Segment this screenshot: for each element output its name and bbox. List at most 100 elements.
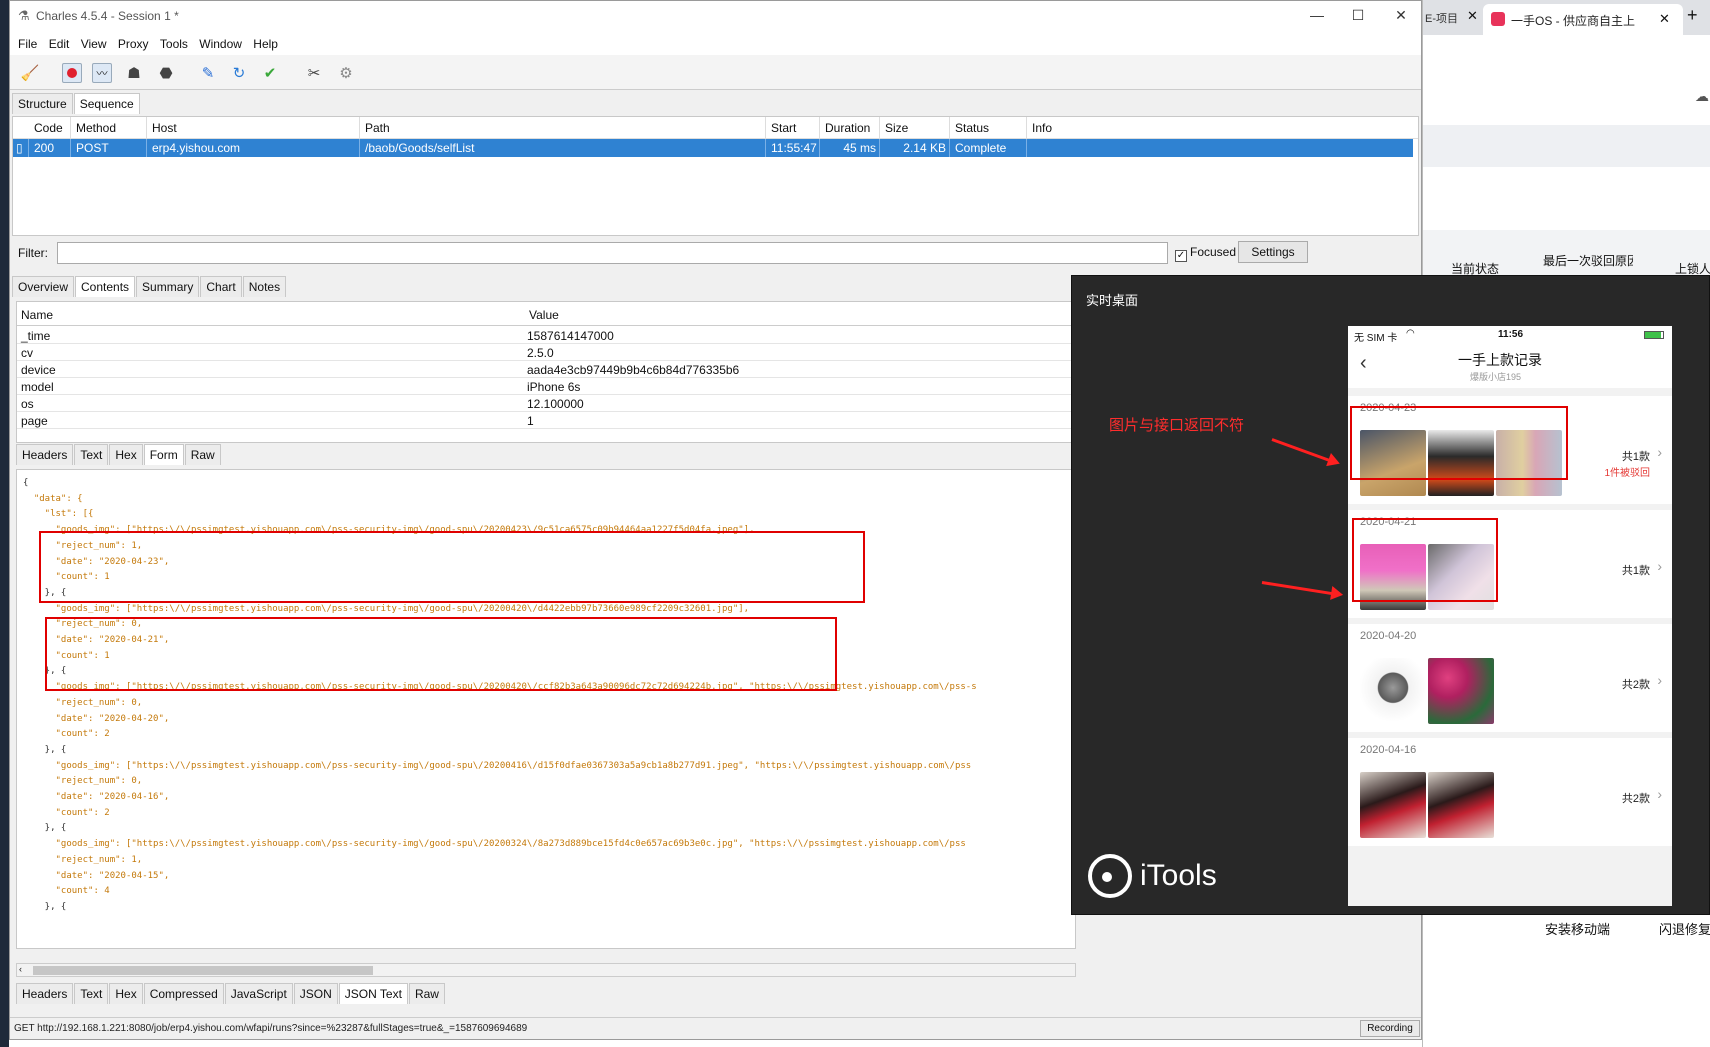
- card-count: 共1款: [1621, 451, 1650, 463]
- col-size[interactable]: Size: [880, 117, 950, 139]
- json-line: "date": "2020-04-16",: [23, 792, 170, 802]
- menu-tools[interactable]: Tools: [160, 37, 188, 51]
- phone-status-bar: 无 SIM 卡 ◠ 11:56: [1348, 326, 1672, 344]
- cloud-icon[interactable]: ☁: [1695, 88, 1709, 105]
- table-row[interactable]: device aada4e3cb97449b9b4c6b84d776335b6: [17, 361, 1075, 378]
- wifi-icon: ◠: [1406, 328, 1415, 339]
- menu-edit[interactable]: Edit: [49, 37, 70, 51]
- maximize-icon[interactable]: ☐: [1343, 7, 1373, 24]
- col-duration[interactable]: Duration: [820, 117, 880, 139]
- table-row[interactable]: ▯ 200 POST erp4.yishou.com /baob/Goods/s…: [13, 139, 1413, 157]
- card-count: 共1款: [1621, 565, 1650, 577]
- tab-headers[interactable]: Headers: [16, 444, 74, 465]
- product-thumbnail: [1428, 658, 1494, 724]
- menu-help[interactable]: Help: [253, 37, 278, 51]
- browser-tab-active[interactable]: 一手OS - 供应商自主上 ✕: [1483, 4, 1683, 35]
- link-crash-fix[interactable]: 闪退修复: [1659, 919, 1710, 938]
- table-row[interactable]: os 12.100000: [17, 395, 1075, 412]
- form-header: Name Value: [17, 302, 1075, 326]
- col-method[interactable]: Method: [71, 117, 147, 139]
- minimize-icon[interactable]: —: [1302, 7, 1332, 23]
- link-install-mobile[interactable]: 安装移动端: [1545, 919, 1610, 938]
- browser-band: [1423, 125, 1710, 167]
- view-tabs: Structure Sequence: [12, 93, 141, 114]
- scroll-left-icon[interactable]: ‹: [19, 964, 22, 974]
- browser-tab-1[interactable]: E-项目: [1425, 10, 1458, 26]
- close-icon[interactable]: ✕: [1386, 7, 1416, 24]
- tab-text[interactable]: Text: [74, 983, 109, 1004]
- list-item[interactable]: 2020-04-16 共2款 ›: [1348, 738, 1672, 846]
- table-row[interactable]: page 1: [17, 412, 1075, 429]
- table-row[interactable]: model iPhone 6s: [17, 378, 1075, 395]
- col-host[interactable]: Host: [147, 117, 360, 139]
- tab-hex[interactable]: Hex: [109, 983, 143, 1004]
- cell-info: [1027, 139, 1413, 157]
- tab-hex[interactable]: Hex: [109, 444, 143, 465]
- close-icon[interactable]: ✕: [1659, 11, 1670, 27]
- col-info[interactable]: Info: [1027, 117, 1297, 139]
- gear-icon[interactable]: ⚙: [336, 63, 356, 83]
- close-icon[interactable]: ✕: [1467, 8, 1478, 24]
- row-value: 1: [527, 414, 534, 428]
- request-grid: Code Method Host Path Start Duration Siz…: [12, 116, 1419, 236]
- battery-icon: [1644, 331, 1664, 339]
- card-reject: 1件被驳回: [1604, 468, 1650, 479]
- filter-input[interactable]: [57, 242, 1168, 264]
- menu-file[interactable]: File: [18, 37, 37, 51]
- tab-notes[interactable]: Notes: [242, 276, 287, 297]
- tab-text[interactable]: Text: [74, 444, 109, 465]
- recording-button[interactable]: Recording: [1360, 1020, 1420, 1037]
- menu-view[interactable]: View: [81, 37, 107, 51]
- settings-button[interactable]: Settings: [1238, 241, 1308, 263]
- col-start[interactable]: Start: [766, 117, 820, 139]
- pen-icon[interactable]: ✎: [198, 63, 218, 83]
- cell-start: 11:55:47: [766, 139, 820, 157]
- tab-raw[interactable]: Raw: [408, 983, 445, 1004]
- table-row[interactable]: _time 1587614147000: [17, 327, 1075, 344]
- tab-javascript[interactable]: JavaScript: [224, 983, 293, 1004]
- tab-favicon-icon: [1491, 12, 1505, 26]
- col-status[interactable]: Status: [950, 117, 1027, 139]
- tab-overview[interactable]: Overview: [12, 276, 75, 297]
- desktop-strip: [0, 0, 9, 1047]
- focused-checkbox[interactable]: ✓ Focused: [1175, 245, 1236, 262]
- checkbox-checked-icon: ✓: [1175, 250, 1187, 262]
- tab-chart[interactable]: Chart: [200, 276, 242, 297]
- chevron-right-icon: ›: [1657, 672, 1662, 688]
- tab-headers[interactable]: Headers: [16, 983, 74, 1004]
- title-bar: ⚗ Charles 4.5.4 - Session 1 * — ☐ ✕: [10, 1, 1421, 33]
- tab-summary[interactable]: Summary: [136, 276, 200, 297]
- tab-json-text[interactable]: JSON Text: [338, 983, 408, 1004]
- list-item[interactable]: 2020-04-20 共2款 ›: [1348, 624, 1672, 732]
- tab-form[interactable]: Form: [143, 444, 184, 465]
- col-path[interactable]: Path: [360, 117, 766, 139]
- stop-icon[interactable]: ⬣: [156, 63, 176, 83]
- cell-code: 200: [29, 139, 71, 157]
- menu-window[interactable]: Window: [199, 37, 242, 51]
- refresh-icon[interactable]: ↻: [229, 63, 249, 83]
- scroll-thumb[interactable]: [33, 966, 373, 975]
- check-icon[interactable]: ✔: [260, 63, 280, 83]
- tab-raw[interactable]: Raw: [184, 444, 221, 465]
- back-icon[interactable]: ‹: [1360, 352, 1367, 375]
- filter-row: Filter: ✓ Focused Settings: [12, 239, 1419, 267]
- tab-json[interactable]: JSON: [293, 983, 338, 1004]
- turtle-icon[interactable]: ☗: [124, 63, 144, 83]
- cell-size: 2.14 KB: [880, 139, 950, 157]
- phone-page-title: 一手上款记录: [1458, 352, 1542, 368]
- menu-proxy[interactable]: Proxy: [118, 37, 149, 51]
- tab-compressed[interactable]: Compressed: [143, 983, 224, 1004]
- table-row[interactable]: cv 2.5.0: [17, 344, 1075, 361]
- horizontal-scrollbar[interactable]: ‹: [16, 963, 1076, 977]
- tab-structure[interactable]: Structure: [12, 93, 73, 114]
- tab-contents[interactable]: Contents: [75, 276, 136, 297]
- json-line: "date": "2020-04-15",: [23, 870, 170, 881]
- itools-brand: iTools: [1140, 859, 1217, 892]
- new-tab-icon[interactable]: +: [1687, 5, 1698, 26]
- throttle-icon[interactable]: 〰: [92, 63, 112, 83]
- record-icon[interactable]: [62, 63, 82, 83]
- broom-icon[interactable]: 🧹: [20, 63, 40, 83]
- tab-sequence[interactable]: Sequence: [73, 93, 140, 114]
- col-code[interactable]: Code: [29, 117, 71, 139]
- tools-icon[interactable]: ✂: [304, 63, 324, 83]
